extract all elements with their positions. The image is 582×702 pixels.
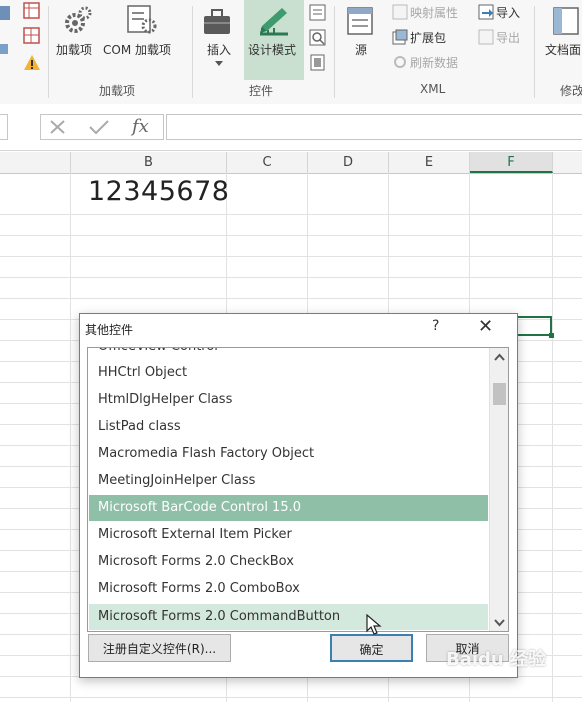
dialog-title: 其他控件 — [85, 323, 134, 337]
list-item-selected[interactable]: Microsoft BarCode Control 15.0 — [89, 495, 488, 521]
import-icon — [478, 4, 494, 20]
register-custom-button[interactable]: 注册自定义控件(R)... — [88, 634, 231, 662]
toolbox-icon — [204, 9, 230, 34]
list-item[interactable]: HHCtrl Object — [89, 360, 488, 386]
group-label-xml: XML — [420, 82, 446, 96]
close-button[interactable]: ✕ — [478, 316, 493, 337]
scroll-up-icon[interactable] — [494, 353, 505, 361]
controls-listbox[interactable]: OfficeView Control HHCtrl Object HtmlDlg… — [87, 347, 509, 632]
warning-icon[interactable] — [23, 54, 41, 72]
help-button[interactable]: ? — [432, 318, 439, 334]
com-addins-button[interactable]: COM 加载项 — [103, 41, 171, 58]
design-mode-button[interactable]: 设计模式 — [248, 41, 296, 58]
expansion-packs-icon — [392, 29, 408, 45]
list-item[interactable]: Microsoft Forms 2.0 ComboBox — [89, 576, 488, 602]
column-header-d[interactable]: D — [308, 152, 389, 173]
formula-input[interactable] — [166, 114, 582, 140]
refresh-icon — [394, 56, 406, 68]
import-button[interactable]: 导入 — [496, 4, 520, 21]
list-item[interactable]: Macromedia Flash Factory Object — [89, 441, 488, 467]
document-panel-button[interactable]: 文档面 — [545, 41, 581, 58]
scroll-down-icon[interactable] — [494, 619, 505, 627]
fill-handle[interactable] — [549, 333, 554, 338]
list-item[interactable]: HtmlDlgHelper Class — [89, 387, 488, 413]
cell-b1-value: 12345678 — [88, 176, 230, 207]
view-code-icon[interactable] — [309, 29, 327, 47]
addins-button[interactable]: 加载项 — [56, 41, 92, 58]
source-icon — [347, 7, 373, 35]
group-label-addins: 加载项 — [99, 84, 136, 98]
name-box[interactable] — [0, 114, 8, 140]
ribbon: 加载项 COM 加载项 加载项 插入 设计模式 控件 源 映射属性 扩展包 刷新… — [0, 0, 582, 105]
design-mode-icon — [260, 8, 288, 36]
list-item[interactable]: Microsoft External Item Picker — [89, 522, 488, 548]
cancel-icon[interactable] — [48, 118, 68, 136]
chevron-down-icon — [215, 61, 223, 66]
run-dialog-icon[interactable] — [309, 54, 327, 72]
expansion-packs-button[interactable]: 扩展包 — [410, 29, 446, 46]
list-item[interactable]: MeetingJoinHelper Class — [89, 468, 488, 494]
list-item-hovered[interactable]: Microsoft Forms 2.0 CommandButton — [89, 604, 488, 630]
source-button[interactable]: 源 — [355, 41, 367, 58]
grid-icon[interactable] — [23, 27, 41, 45]
export-button[interactable]: 导出 — [496, 29, 520, 46]
column-header-a[interactable] — [0, 152, 71, 173]
export-icon — [478, 29, 494, 45]
group-label-modify: 修改 — [560, 84, 582, 98]
list-item[interactable]: Microsoft Forms 2.0 CheckBox — [89, 549, 488, 575]
insert-button[interactable]: 插入 — [207, 41, 231, 58]
com-addins-icon — [127, 5, 157, 34]
map-properties-icon — [392, 4, 408, 20]
formula-bar: fx — [0, 104, 582, 151]
table-icon[interactable] — [23, 2, 41, 20]
more-controls-dialog: 其他控件 ? ✕ OfficeView Control HHCtrl Objec… — [79, 313, 518, 678]
group-label-controls: 控件 — [249, 84, 274, 98]
list-item[interactable]: OfficeView Control — [89, 348, 488, 360]
column-header-e[interactable]: E — [389, 152, 470, 173]
document-panel-icon — [553, 7, 579, 35]
partial-ribbon-icon-2[interactable] — [0, 40, 14, 58]
column-header-c[interactable]: C — [227, 152, 308, 173]
mouse-cursor-icon — [366, 614, 382, 635]
watermark: Baidu 经验 — [446, 649, 547, 670]
check-icon[interactable] — [88, 118, 110, 136]
listbox-scrollbar[interactable] — [489, 348, 508, 631]
refresh-data-button[interactable]: 刷新数据 — [410, 54, 458, 71]
column-headers: B C D E F — [0, 152, 582, 174]
column-header-f[interactable]: F — [470, 152, 553, 173]
column-header-b[interactable]: B — [71, 152, 227, 173]
ok-button[interactable]: 确定 — [330, 634, 413, 662]
list-item[interactable]: ListPad class — [89, 414, 488, 440]
gear-icon — [65, 6, 92, 33]
partial-ribbon-icon[interactable] — [0, 4, 14, 22]
properties-icon[interactable] — [309, 4, 327, 22]
scroll-thumb[interactable] — [493, 383, 506, 405]
insert-function-icon[interactable]: fx — [132, 116, 149, 137]
map-properties-button[interactable]: 映射属性 — [410, 4, 458, 21]
